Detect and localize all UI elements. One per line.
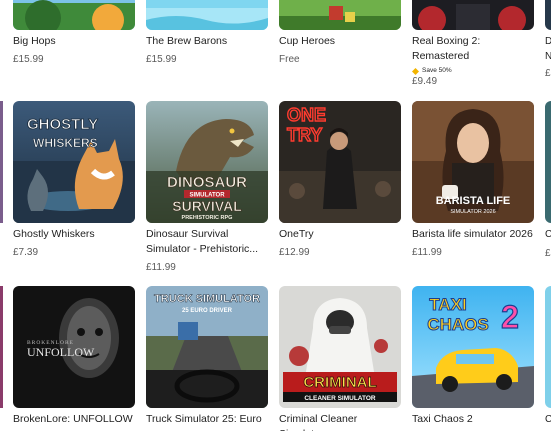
art-title-line: WHISKERS [33,136,98,150]
art-title-line: UNFOLLOW [27,345,95,359]
game-title[interactable]: C [545,227,551,242]
game-title[interactable]: Cup Heroes [279,34,404,49]
game-thumbnail[interactable]: DINOSAUR SIMULATOR SURVIVAL PREHISTORIC … [146,101,268,223]
art-title-line: 25 EURO DRIVER [182,308,233,314]
art-title-line: ONE [287,105,326,125]
game-title[interactable]: BrokenLore: UNFOLLOW [13,412,138,427]
art-title-line: SURVIVAL [172,198,242,214]
game-thumbnail[interactable]: GHOSTLY WHISKERS [13,101,135,223]
game-thumbnail[interactable]: ONE TRY [279,101,401,223]
game-title[interactable]: Real Boxing 2: Remastered [412,34,522,64]
game-price: £15.99 [13,54,44,65]
game-thumbnail[interactable] [13,0,135,30]
game-title[interactable]: Criminal Cleaner Simulator [279,412,404,431]
game-price: £15.99 [146,54,177,65]
game-thumbnail[interactable]: TRUCK SIMULATOR 25 EURO DRIVER [146,286,268,408]
art-title-line: GHOSTLY [27,116,98,133]
game-title[interactable]: Truck Simulator 25: Euro [146,412,271,427]
art-title-line: TRY [287,125,322,145]
game-title[interactable]: C [545,412,551,427]
art-title-line: TRUCK SIMULATOR [154,293,260,305]
game-title[interactable]: Barista life simulator 2026 [412,227,537,242]
art-title-line: SIMULATOR 2026 [450,209,495,215]
art-title-line: 2 [501,299,519,335]
game-price: £ [545,68,551,79]
art-title-line: BARISTA LIFE [436,195,511,207]
game-price: Free [279,54,300,65]
game-title[interactable]: The Brew Barons [146,34,271,49]
game-title[interactable]: Big Hops [13,34,138,49]
art-title-line: CLEANER SIMULATOR [304,395,376,402]
art-title-line: PREHISTORIC RPG [182,215,233,221]
game-thumbnail-partial[interactable] [0,286,3,408]
game-title[interactable]: OneTry [279,227,404,242]
game-price: £11.99 [412,247,442,258]
game-title[interactable]: D [545,34,551,49]
game-price: £7.39 [13,247,39,258]
game-thumbnail[interactable] [279,0,401,30]
game-thumbnail[interactable] [545,286,551,408]
game-thumbnail-partial[interactable] [0,101,3,223]
game-thumbnail[interactable]: CRIMINAL CLEANER SIMULATOR [279,286,401,408]
art-title-line: CHAOS [427,315,488,334]
game-thumbnail[interactable]: TAXI CHAOS 2 [412,286,534,408]
game-thumbnail[interactable] [545,0,551,30]
game-title[interactable]: N [545,49,551,64]
game-title[interactable]: Ghostly Whiskers [13,227,138,242]
game-thumbnail[interactable] [545,101,551,223]
game-thumbnail[interactable] [412,0,534,30]
art-title-line: DINOSAUR [167,174,247,191]
game-thumbnail[interactable]: BARISTA LIFE SIMULATOR 2026 [412,101,534,223]
game-price: £12.99 [279,247,310,258]
game-thumbnail[interactable] [146,0,268,30]
game-title[interactable]: Taxi Chaos 2 [412,412,537,427]
game-title[interactable]: Dinosaur Survival Simulator - Prehistori… [146,227,266,257]
game-thumbnail[interactable]: BROKENLORE UNFOLLOW [13,286,135,408]
art-title-line: CRIMINAL [303,374,376,391]
sale-tag-icon [412,67,419,75]
game-price: £11.99 [146,262,176,273]
game-price: £ [545,248,551,259]
game-price: £9.49 [412,76,438,87]
art-title-line: TAXI [429,295,466,314]
